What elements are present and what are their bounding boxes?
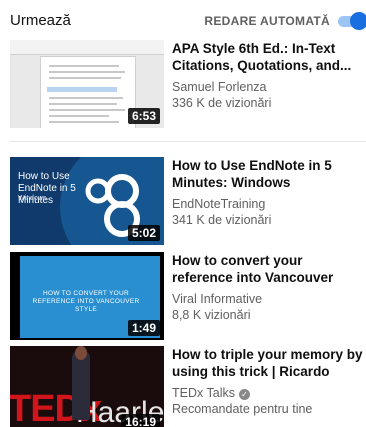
video-views: 341 K de vizionări	[172, 213, 272, 227]
video-thumbnail[interactable]: How to Use EndNote in 5 Minutes Windows …	[10, 157, 164, 245]
autoplay-control[interactable]: REDARE AUTOMATĂ	[204, 8, 366, 34]
up-next-panel: Urmează REDARE AUTOMATĂ 6:53 APA Style 6…	[0, 0, 366, 427]
verified-check-icon: ✓	[238, 389, 250, 400]
video-thumbnail[interactable]: TEDx Haarle 16:19	[10, 346, 164, 427]
video-duration: 1:49	[127, 320, 160, 336]
video-duration: 6:53	[127, 108, 160, 124]
thumbnail-title-text: HOW TO CONVERT YOUR REFERENCE INTO VANCO…	[32, 290, 140, 313]
video-channel[interactable]: TEDx Talks	[172, 386, 235, 400]
video-views: 8,8 K vizionări	[172, 308, 251, 322]
thumbnail-toolbar	[10, 40, 164, 55]
autoplay-toggle[interactable]	[338, 12, 366, 30]
video-item[interactable]: TEDx Haarle 16:19 How to triple your mem…	[10, 346, 366, 427]
video-title[interactable]: How to triple your memory by using this …	[172, 346, 366, 380]
video-recommendation: Recomandate pentru tine	[172, 402, 313, 416]
video-views: 336 K de vizionări	[172, 96, 272, 110]
video-meta: How to convert your reference into Vanco…	[172, 252, 366, 323]
video-title[interactable]: APA Style 6th Ed.: In-Text Citations, Qu…	[172, 40, 366, 74]
video-title[interactable]: How to convert your reference into Vanco…	[172, 252, 366, 286]
section-divider	[10, 141, 366, 142]
video-duration: 16:19	[121, 414, 160, 427]
autoplay-label: REDARE AUTOMATĂ	[204, 14, 330, 28]
video-thumbnail[interactable]: 6:53	[10, 40, 164, 128]
video-item[interactable]: HOW TO CONVERT YOUR REFERENCE INTO VANCO…	[10, 252, 366, 340]
video-thumbnail[interactable]: HOW TO CONVERT YOUR REFERENCE INTO VANCO…	[10, 252, 164, 340]
thumbnail-document-page	[40, 56, 136, 128]
video-channel-row[interactable]: TEDx Talks ✓	[172, 385, 366, 401]
video-meta: APA Style 6th Ed.: In-Text Citations, Qu…	[172, 40, 366, 111]
video-duration: 5:02	[127, 225, 160, 241]
toggle-knob	[350, 12, 366, 30]
thumbnail-speaker	[72, 350, 90, 420]
thumbnail-speaker-head	[75, 346, 87, 360]
up-next-title: Urmează	[10, 12, 71, 29]
video-channel[interactable]: EndNoteTraining	[172, 196, 366, 212]
up-next-header: Urmează REDARE AUTOMATĂ	[10, 8, 366, 34]
video-title[interactable]: How to Use EndNote in 5 Minutes: Windows	[172, 157, 366, 191]
video-item[interactable]: How to Use EndNote in 5 Minutes Windows …	[10, 157, 366, 245]
video-channel[interactable]: Samuel Forlenza	[172, 79, 366, 95]
video-item[interactable]: 6:53 APA Style 6th Ed.: In-Text Citation…	[10, 40, 366, 128]
video-channel[interactable]: Viral Informative	[172, 291, 366, 307]
video-meta: How to Use EndNote in 5 Minutes: Windows…	[172, 157, 366, 228]
thumbnail-subtitle-text: Windows	[18, 195, 47, 202]
video-meta: How to triple your memory by using this …	[172, 346, 366, 417]
